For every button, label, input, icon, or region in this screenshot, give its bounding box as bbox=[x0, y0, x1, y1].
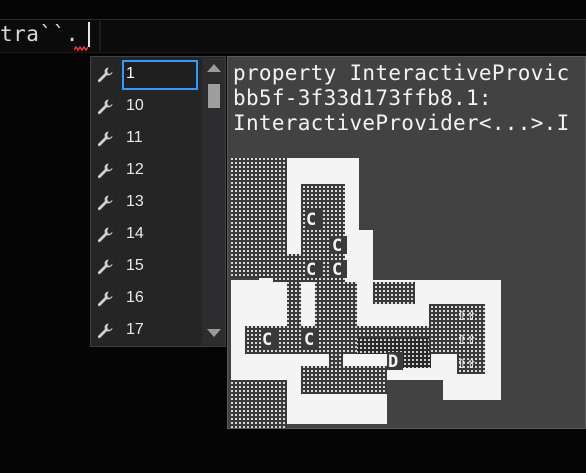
completion-item[interactable]: 1 bbox=[91, 59, 201, 91]
wrench-icon bbox=[97, 67, 113, 83]
map-arrows-marker: ⇧⇧ bbox=[457, 353, 476, 372]
completion-item-label: 1 bbox=[126, 65, 135, 82]
completion-item-label: 12 bbox=[126, 161, 144, 178]
level-map-image: C C C C C C D ⇧⇧ ⇧⇧ ⇧⇧ bbox=[231, 158, 501, 428]
error-squiggle bbox=[74, 46, 88, 52]
wrench-icon bbox=[97, 227, 113, 243]
completion-item-label: 16 bbox=[126, 289, 144, 306]
scroll-down-arrow-icon[interactable] bbox=[207, 329, 221, 337]
completion-item[interactable]: 11 bbox=[91, 123, 201, 155]
wrench-icon bbox=[97, 323, 113, 339]
text-caret bbox=[88, 22, 90, 47]
completion-list[interactable]: 1 10 11 12 13 14 15 16 17 bbox=[90, 56, 226, 347]
map-c-marker: C bbox=[306, 210, 316, 230]
map-c-marker: C bbox=[332, 260, 342, 280]
wrench-icon bbox=[97, 131, 113, 147]
map-arrows-marker: ⇧⇧ bbox=[457, 305, 476, 324]
map-d-marker: D bbox=[388, 352, 398, 372]
scroll-up-arrow-icon[interactable] bbox=[207, 64, 221, 72]
completion-item[interactable]: 13 bbox=[91, 187, 201, 219]
tooltip-line-1: property InteractiveProvic bbox=[233, 61, 570, 85]
quick-info-tooltip: property InteractiveProvic bb5f-3f33d173… bbox=[227, 56, 586, 429]
map-arrows-marker: ⇧⇧ bbox=[457, 329, 476, 348]
completion-item-label: 14 bbox=[126, 225, 144, 242]
completion-item-label: 17 bbox=[126, 321, 144, 338]
map-c-marker: C bbox=[332, 236, 342, 256]
scroll-thumb[interactable] bbox=[208, 84, 220, 108]
wrench-icon bbox=[97, 99, 113, 115]
completion-item-label: 11 bbox=[126, 129, 143, 146]
map-c-marker: C bbox=[262, 330, 272, 350]
completion-item-label: 15 bbox=[126, 257, 144, 274]
code-text[interactable]: tra``. bbox=[0, 22, 79, 46]
completion-item[interactable]: 14 bbox=[91, 219, 201, 251]
completion-item-label: 13 bbox=[126, 193, 144, 210]
wrench-icon bbox=[97, 163, 113, 179]
tooltip-line-3: InteractiveProvider<...>.I bbox=[233, 111, 570, 135]
wrench-icon bbox=[97, 259, 113, 275]
completion-item[interactable]: 10 bbox=[91, 91, 201, 123]
map-c-marker: C bbox=[306, 260, 316, 280]
completion-item[interactable]: 12 bbox=[91, 155, 201, 187]
completion-scrollbar[interactable] bbox=[202, 58, 225, 345]
line-marker bbox=[99, 21, 101, 51]
wrench-icon bbox=[97, 291, 113, 307]
tooltip-line-2: bb5f-3f33d173ffb8.1: bbox=[233, 86, 492, 110]
completion-item[interactable]: 16 bbox=[91, 283, 201, 315]
wrench-icon bbox=[97, 195, 113, 211]
completion-item-label: 10 bbox=[126, 97, 144, 114]
completion-item[interactable]: 15 bbox=[91, 251, 201, 283]
map-c-marker: C bbox=[304, 330, 314, 350]
completion-item[interactable]: 17 bbox=[91, 315, 201, 347]
